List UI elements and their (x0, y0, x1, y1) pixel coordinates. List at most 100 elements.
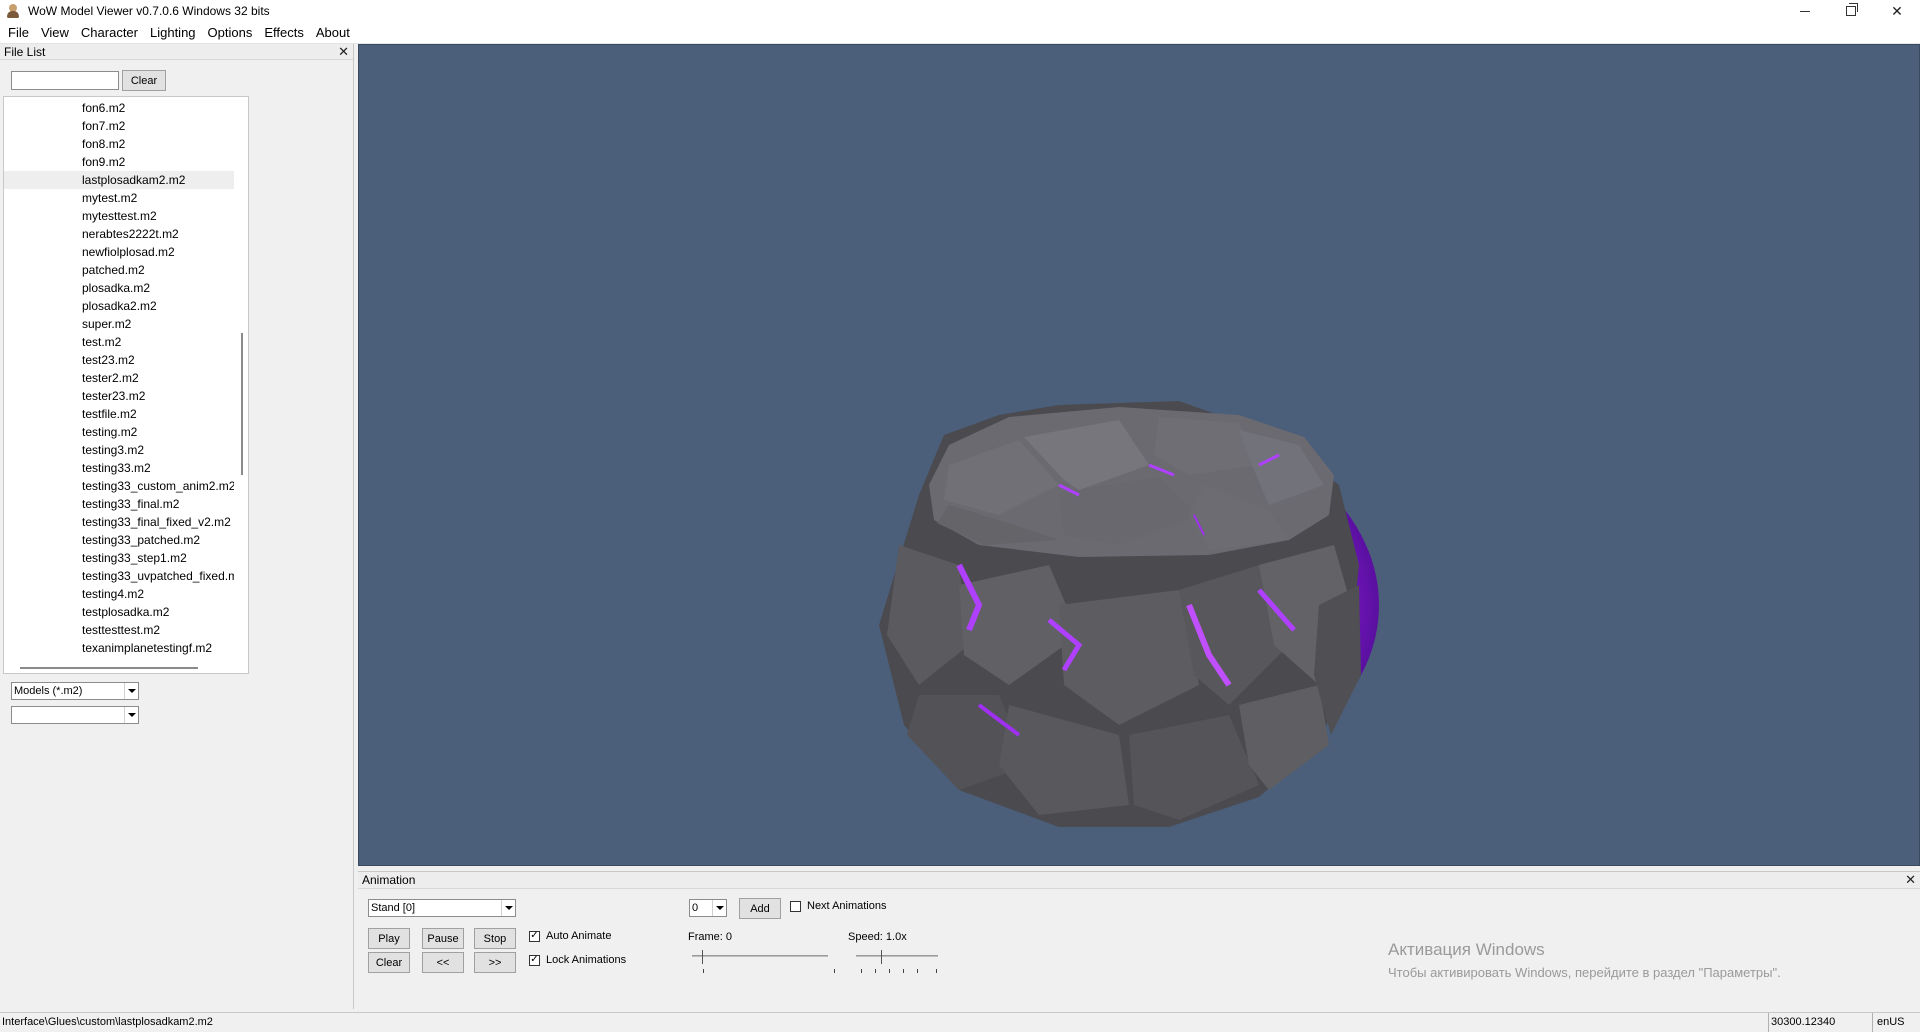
file-list-item[interactable]: fon8.m2 (4, 135, 234, 153)
file-list-item[interactable]: testing33_custom_anim2.m2 (4, 477, 234, 495)
close-icon: ✕ (1891, 2, 1903, 19)
frame-label: Frame: 0 (688, 931, 733, 943)
speed-slider-tick (875, 969, 876, 973)
file-list-item[interactable]: fon7.m2 (4, 117, 234, 135)
speed-slider-tick (889, 969, 890, 973)
file-tree-vertical-scrollbar[interactable] (241, 333, 243, 475)
add-animation-button[interactable]: Add (739, 898, 781, 919)
lock-animations-row: ✓ Lock Animations (529, 954, 626, 966)
animation-panel: Animation ✕ Stand [0] Play Pause Stop Cl… (358, 871, 1920, 1009)
menu-character[interactable]: Character (75, 22, 144, 44)
menu-file[interactable]: File (2, 22, 35, 44)
file-list-item[interactable]: plosadka.m2 (4, 279, 234, 297)
menu-lighting[interactable]: Lighting (144, 22, 202, 44)
file-list-item[interactable]: tester23.m2 (4, 387, 234, 405)
previous-frame-button[interactable]: << (422, 952, 464, 973)
file-tree-horizontal-scrollbar[interactable] (20, 667, 198, 669)
file-list-item[interactable]: testing33_patched.m2 (4, 531, 234, 549)
animation-select[interactable]: Stand [0] (368, 899, 516, 917)
speed-slider-tick (936, 969, 937, 973)
file-list-item[interactable]: testing33_step1.m2 (4, 549, 234, 567)
speed-label: Speed: 1.0x (848, 931, 907, 943)
speed-slider-tick (917, 969, 918, 973)
menu-effects[interactable]: Effects (258, 22, 310, 44)
file-type-filter-select[interactable]: Models (*.m2) (11, 682, 139, 700)
animation-caption: Animation (362, 873, 416, 887)
maximize-button[interactable] (1828, 0, 1874, 22)
chevron-down-icon (712, 900, 726, 916)
status-file-path: Interface\Glues\custom\lastplosadkam2.m2 (2, 1016, 213, 1028)
window-title: WoW Model Viewer v0.7.0.6 Windows 32 bit… (28, 4, 270, 18)
file-search-input[interactable] (11, 71, 119, 90)
animation-caption-bar: Animation ✕ (358, 872, 1920, 889)
close-animation-panel-icon[interactable]: ✕ (1905, 873, 1916, 887)
file-list-item[interactable]: mytesttest.m2 (4, 207, 234, 225)
file-list-item[interactable]: testplosadka.m2 (4, 603, 234, 621)
pause-button[interactable]: Pause (422, 928, 464, 949)
clear-animation-button[interactable]: Clear (368, 952, 410, 973)
menu-options[interactable]: Options (202, 22, 259, 44)
file-list-item[interactable]: patched.m2 (4, 261, 234, 279)
model-viewport[interactable] (358, 44, 1920, 866)
frame-slider-track (692, 955, 828, 957)
file-list-item[interactable]: fon9.m2 (4, 153, 234, 171)
file-list-item[interactable]: testing33_final.m2 (4, 495, 234, 513)
file-list-caption-bar: File List ✕ (0, 44, 353, 60)
minimize-icon (1800, 10, 1810, 12)
file-list-caption: File List (4, 44, 46, 59)
speed-slider-track (856, 955, 938, 957)
file-list-item[interactable]: test23.m2 (4, 351, 234, 369)
chevron-down-icon (124, 683, 138, 699)
lock-animations-label: Lock Animations (546, 954, 627, 966)
chevron-down-icon (124, 707, 138, 723)
file-list-item[interactable]: texanimplanetestingf.m2 (4, 639, 234, 657)
close-file-list-icon[interactable]: ✕ (338, 44, 349, 59)
file-tree-list: fon6.m2 fon7.m2 fon8.m2 fon9.m2 lastplosadka… (4, 99, 234, 657)
play-button[interactable]: Play (368, 928, 410, 949)
file-list-item[interactable]: test.m2 (4, 333, 234, 351)
file-list-item[interactable]: testtesttest.m2 (4, 621, 234, 639)
file-tree[interactable]: fon6.m2 fon7.m2 fon8.m2 fon9.m2 lastplosadka… (3, 96, 249, 674)
next-animation-index-value: 0 (692, 902, 699, 914)
file-list-item[interactable]: testing33.m2 (4, 459, 234, 477)
frame-slider-thumb[interactable] (702, 950, 709, 964)
file-list-item[interactable]: super.m2 (4, 315, 234, 333)
file-list-panel: File List ✕ Clear fon6.m2 fon7.m2 fon8.m2 f… (0, 44, 354, 1009)
file-list-item[interactable]: testing4.m2 (4, 585, 234, 603)
file-list-item[interactable]: mytest.m2 (4, 189, 234, 207)
speed-slider-thumb[interactable] (881, 950, 888, 964)
next-animations-row: Next Animations (790, 900, 886, 912)
file-list-item[interactable]: testfile.m2 (4, 405, 234, 423)
auto-animate-label: Auto Animate (546, 930, 612, 942)
speed-slider-tick (861, 969, 862, 973)
file-list-item[interactable]: testing3.m2 (4, 441, 234, 459)
file-list-item[interactable]: nerabtes2222t.m2 (4, 225, 234, 243)
speed-slider-tick (903, 969, 904, 973)
frame-slider-tick (834, 969, 835, 973)
minimize-button[interactable] (1782, 0, 1828, 22)
restore-icon (1846, 3, 1858, 16)
file-list-item[interactable]: testing33_final_fixed_v2.m2 (4, 513, 234, 531)
window-controls: ✕ (1782, 0, 1920, 22)
file-list-item[interactable]: newfiolplosad.m2 (4, 243, 234, 261)
next-animation-index-select[interactable]: 0 (689, 899, 727, 917)
menu-view[interactable]: View (35, 22, 75, 44)
next-animations-checkbox[interactable] (790, 900, 801, 912)
lock-animations-checkbox[interactable]: ✓ (529, 954, 540, 966)
close-button[interactable]: ✕ (1874, 0, 1920, 22)
file-list-item[interactable]: fon6.m2 (4, 99, 234, 117)
file-list-item[interactable]: testing33_uvpatched_fixed.m (4, 567, 234, 585)
title-bar: WoW Model Viewer v0.7.0.6 Windows 32 bit… (0, 0, 1920, 22)
next-frame-button[interactable]: >> (474, 952, 516, 973)
file-search-row: Clear (11, 70, 166, 91)
secondary-filter-select[interactable] (11, 706, 139, 724)
auto-animate-checkbox[interactable]: ✓ (529, 930, 540, 942)
menu-about[interactable]: About (310, 22, 356, 44)
windows-activation-title: Активация Windows (1388, 940, 1545, 959)
stop-button[interactable]: Stop (474, 928, 516, 949)
file-search-clear-button[interactable]: Clear (122, 70, 166, 91)
file-list-item[interactable]: lastplosadkam2.m2 (4, 171, 234, 189)
file-list-item[interactable]: testing.m2 (4, 423, 234, 441)
file-list-item[interactable]: tester2.m2 (4, 369, 234, 387)
file-list-item[interactable]: plosadka2.m2 (4, 297, 234, 315)
